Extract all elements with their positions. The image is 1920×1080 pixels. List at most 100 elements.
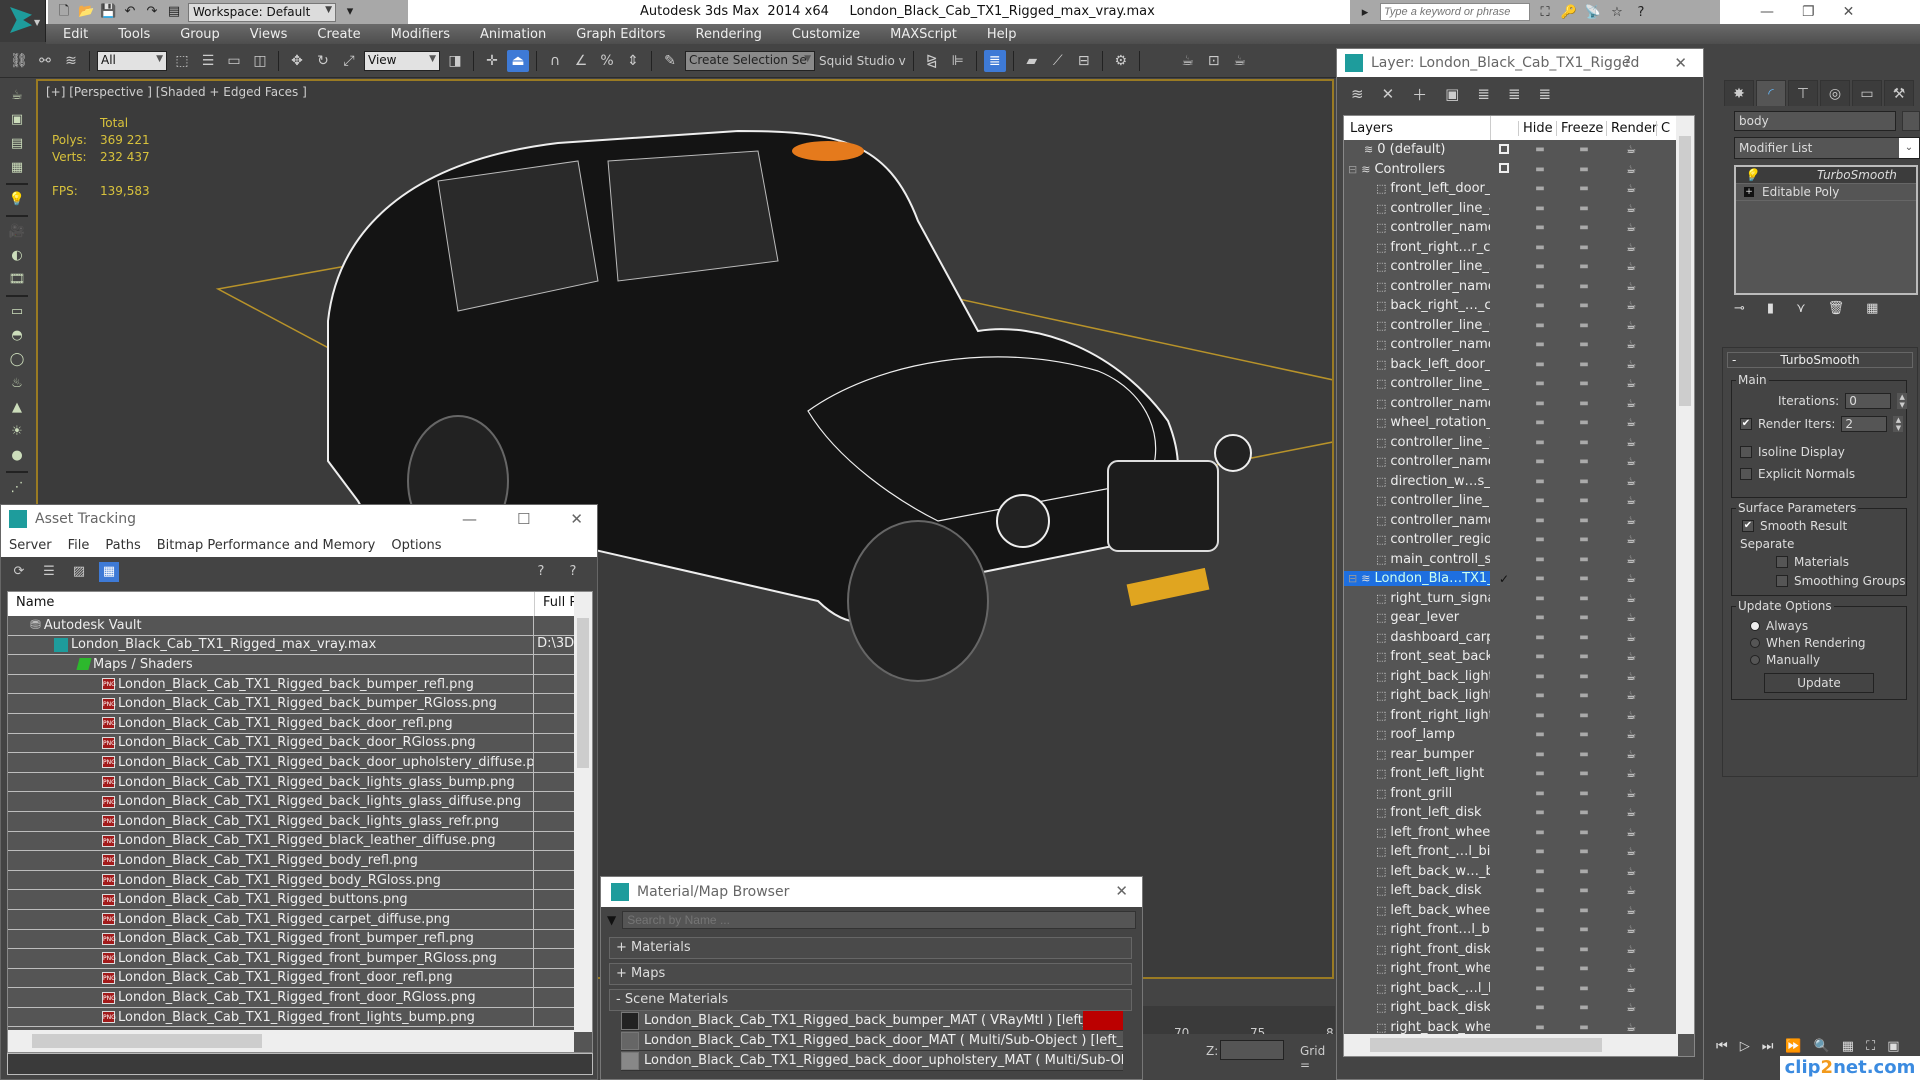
render-iters-input[interactable]: 2	[1841, 416, 1888, 432]
freeze-toggle[interactable]: ▬	[1562, 944, 1606, 955]
render-teapot-icon[interactable]: ☕	[1606, 533, 1656, 546]
freeze-toggle[interactable]: ▬	[1562, 320, 1606, 331]
freeze-toggle[interactable]: ▬	[1562, 203, 1606, 214]
current-layer-toggle[interactable]	[1490, 143, 1518, 157]
freeze-toggle[interactable]: ▬	[1562, 281, 1606, 292]
object-row[interactable]: ⬚ right_front_disk ▬ ▬ ☕	[1344, 940, 1694, 960]
object-row[interactable]: ⬚ roof_lamp ▬ ▬ ☕	[1344, 725, 1694, 745]
open-file-icon[interactable]: 📂	[78, 4, 94, 20]
object-row[interactable]: ⬚ right_back_…l_b ▬ ▬ ☕	[1344, 979, 1694, 999]
freeze-toggle[interactable]: ▬	[1562, 495, 1606, 506]
object-row[interactable]: ⬚ controller_line_6 ▬ ▬ ☕	[1344, 316, 1694, 336]
column-layers[interactable]: Layers	[1344, 121, 1490, 136]
render-teapot-icon[interactable]: ☕	[1606, 650, 1656, 663]
minimize-icon[interactable]: —	[1760, 4, 1774, 20]
vertical-scrollbar[interactable]	[1676, 116, 1694, 1034]
object-row[interactable]: ⬚ back_right_…_c ▬ ▬ ☕	[1344, 296, 1694, 316]
collapse-icon[interactable]: ⊟	[1348, 163, 1357, 176]
object-row[interactable]: ⬚ back_left_door_c ▬ ▬ ☕	[1344, 355, 1694, 375]
freeze-toggle[interactable]: ▬	[1562, 242, 1606, 253]
z-coordinate-input[interactable]	[1220, 1040, 1284, 1060]
lightbulb-icon[interactable]: 💡	[1744, 168, 1759, 182]
render-teapot-icon[interactable]: ☕	[1606, 1001, 1656, 1014]
table-view-icon[interactable]: ▦	[99, 562, 119, 582]
object-row[interactable]: ⬚controller_name_▬▬☕	[1344, 511, 1694, 531]
thumbnail-view-icon[interactable]: ▨	[69, 562, 89, 582]
satellite-icon[interactable]: 📡	[1584, 5, 1602, 20]
radio-manually[interactable]	[1750, 655, 1760, 665]
link-icon[interactable]: ⛓	[8, 50, 30, 72]
go-to-end-icon[interactable]: ⏩	[1785, 1039, 1801, 1054]
hide-toggle[interactable]: ▬	[1518, 203, 1562, 214]
object-row[interactable]: ⬚controller_name_▬▬☕	[1344, 394, 1694, 414]
named-selection-dropdown[interactable]: Create Selection Se ▼	[685, 50, 815, 71]
update-button[interactable]: Update	[1764, 673, 1874, 693]
hide-toggle[interactable]: ▬	[1518, 417, 1562, 428]
menu-help[interactable]: Help	[970, 27, 1030, 42]
hide-toggle[interactable]: ▬	[1518, 534, 1562, 545]
section-materials[interactable]: + Materials	[609, 937, 1132, 959]
asset-row[interactable]: PNG London_Black_Cab_TX1_Rigged_front_doo…	[8, 968, 574, 989]
new-file-icon[interactable]: 🗋	[56, 4, 72, 20]
render-teapot-icon[interactable]: ☕	[1606, 962, 1656, 975]
section-scene-materials[interactable]: - Scene Materials	[609, 989, 1132, 1011]
mirror-icon[interactable]: ⧎	[921, 50, 943, 72]
freeze-toggle[interactable]: ▬	[1562, 144, 1606, 155]
hide-toggle[interactable]: ▬	[1518, 339, 1562, 350]
render-teapot-icon[interactable]: ☕	[1606, 592, 1656, 605]
maximize-icon[interactable]: ☐	[517, 510, 530, 528]
squid-studio-label[interactable]: Squid Studio v	[819, 54, 906, 68]
layer-row[interactable]: ⊟ ≋ Controllers ▬ ▬ ☕	[1344, 160, 1694, 180]
asset-row[interactable]: PNG London_Black_Cab_TX1_Rigged_back_door…	[8, 753, 574, 773]
render-teapot-icon[interactable]: ☕	[1606, 923, 1656, 936]
restore-icon[interactable]: ❐	[1802, 4, 1815, 20]
minimize-icon[interactable]: —	[462, 510, 477, 528]
stack-item-turbosmooth[interactable]: 💡 TurboSmooth	[1736, 167, 1916, 184]
render-teapot-icon[interactable]: ☕	[1606, 670, 1656, 683]
object-row[interactable]: ⬚ controller_line_5 ▬ ▬ ☕	[1344, 374, 1694, 394]
unlink-icon[interactable]: ⚯	[34, 50, 56, 72]
menu-bitmap-performance[interactable]: Bitmap Performance and Memory	[157, 538, 376, 553]
hide-toggle[interactable]: ▬	[1518, 164, 1562, 175]
render-teapot-icon[interactable]: ☕	[1606, 884, 1656, 897]
column-render[interactable]: Render	[1606, 120, 1657, 136]
schematic-view-icon[interactable]: ⊟	[1073, 50, 1095, 72]
radio-always[interactable]	[1750, 621, 1760, 631]
render-teapot-icon[interactable]: ☕	[1606, 143, 1656, 156]
object-row[interactable]: ⬚ controller_region ▬ ▬ ☕	[1344, 530, 1694, 550]
binoculars-icon[interactable]: ⛶	[1536, 5, 1554, 20]
render-teapot-icon[interactable]: ☕	[1606, 748, 1656, 761]
plane-light-icon[interactable]: ▭	[6, 303, 28, 321]
freeze-toggle[interactable]: ▬	[1562, 437, 1606, 448]
previous-frame-icon[interactable]: ⏮	[1716, 1039, 1728, 1054]
select-objects-icon[interactable]: ▣	[1445, 85, 1459, 103]
object-row[interactable]: ⬚ right_turn_signal ▬ ▬ ☕	[1344, 589, 1694, 609]
hide-toggle[interactable]: ▬	[1518, 300, 1562, 311]
hide-toggle[interactable]: ▬	[1518, 242, 1562, 253]
asset-row[interactable]: PNG London_Black_Cab_TX1_Rigged_front_bum…	[8, 929, 574, 950]
configure-modifier-sets-icon[interactable]: ▦	[1866, 301, 1878, 316]
film-camera-icon[interactable]: 🎞	[6, 271, 28, 289]
asset-row[interactable]: Maps / Shaders	[8, 655, 574, 675]
help-icon[interactable]: ?	[1632, 5, 1650, 20]
iterations-input[interactable]: 0	[1845, 393, 1892, 409]
menu-customize[interactable]: Customize	[775, 27, 873, 42]
hide-toggle[interactable]: ▬	[1518, 612, 1562, 623]
bind-spacewarp-icon[interactable]: ≋	[60, 50, 82, 72]
render-teapot-icon[interactable]: ☕	[1606, 338, 1656, 351]
hide-toggle[interactable]: ▬	[1518, 515, 1562, 526]
object-row[interactable]: ⬚ direction_w…s_c ▬ ▬ ☕	[1344, 472, 1694, 492]
hide-toggle[interactable]: ▬	[1518, 261, 1562, 272]
asset-row[interactable]: PNG London_Black_Cab_TX1_Rigged_front_bum…	[8, 949, 574, 969]
select-manipulate-icon[interactable]: ✛	[481, 50, 503, 72]
asset-row[interactable]: PNG London_Black_Cab_TX1_Rigged_body_refl…	[8, 851, 574, 871]
smooth-result-checkbox[interactable]: ✔	[1742, 520, 1754, 532]
menu-paths[interactable]: Paths	[105, 538, 140, 553]
object-row[interactable]: ⬚controller_name_▬▬☕	[1344, 277, 1694, 297]
asset-row[interactable]: PNG London_Black_Cab_TX1_Rigged_carpet_di…	[8, 909, 574, 930]
column-color[interactable]: C	[1656, 120, 1676, 136]
object-row[interactable]: ⬚controller_name_▬▬☕	[1344, 218, 1694, 238]
object-row[interactable]: ⬚ controller_line_2 ▬ ▬ ☕	[1344, 433, 1694, 453]
render-teapot-icon[interactable]: ☕	[1606, 358, 1656, 371]
hide-toggle[interactable]: ▬	[1518, 281, 1562, 292]
